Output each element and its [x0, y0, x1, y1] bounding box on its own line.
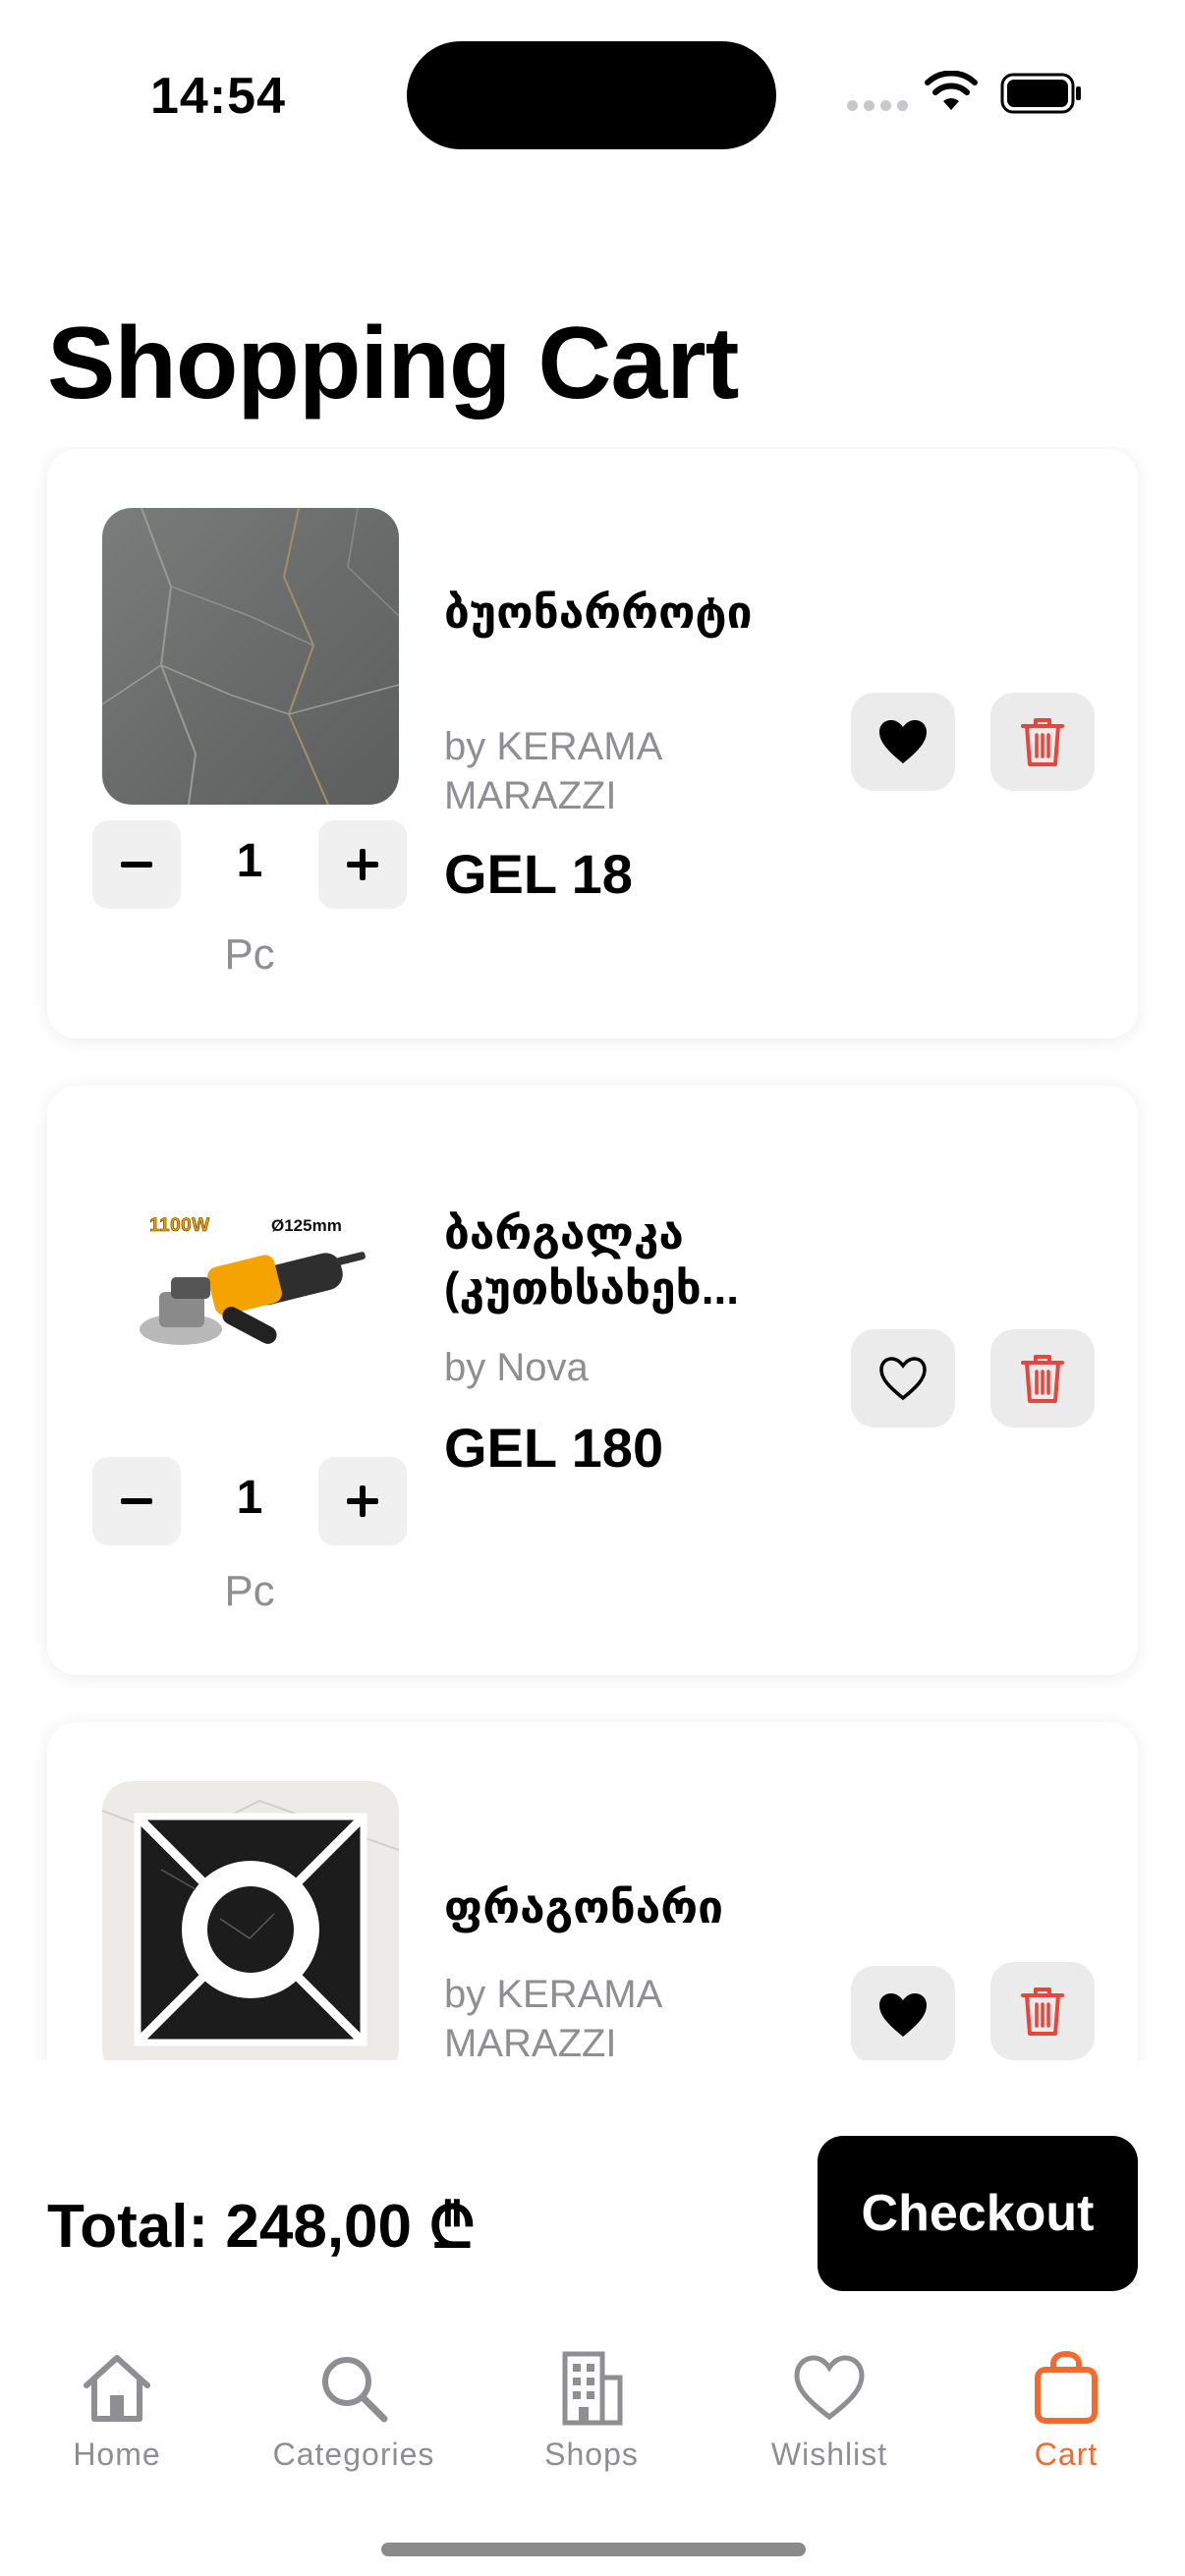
quantity-decrease-button[interactable] — [92, 1457, 181, 1545]
search-icon — [322, 2357, 388, 2423]
battery-icon — [1000, 73, 1081, 114]
tab-shops[interactable]: Shops — [493, 2348, 690, 2486]
cart-total: Total: 248,00 ₾ — [47, 2193, 477, 2261]
trash-icon — [1021, 718, 1064, 766]
tab-shops-label: Shops — [544, 2436, 639, 2472]
tab-wishlist[interactable]: Wishlist — [731, 2348, 928, 2486]
cellular-signal-icon — [847, 100, 908, 111]
wishlist-button[interactable] — [851, 1329, 955, 1428]
trash-icon — [1021, 1355, 1064, 1403]
product-name: ბარგალკა (კუთხსახეხ... — [444, 1207, 740, 1314]
quantity-value: 1 — [236, 1472, 263, 1524]
tab-categories[interactable]: Categories — [255, 2348, 452, 2486]
cart-item[interactable]: ფრაგონარი by KERAMA MARAZZI — [47, 1722, 1138, 2060]
status-bar: 14:54 — [0, 0, 1185, 187]
heart-filled-icon — [879, 720, 927, 763]
wishlist-button[interactable] — [851, 1966, 955, 2060]
product-brand: by KERAMA MARAZZI — [444, 1973, 661, 2060]
wifi-icon — [925, 71, 978, 110]
quantity-increase-button[interactable] — [318, 1457, 407, 1545]
product-image-diameter-label: Ø125mm — [271, 1216, 342, 1235]
heart-filled-icon — [879, 1993, 927, 2037]
delete-button[interactable] — [990, 693, 1095, 791]
product-image[interactable] — [102, 1781, 399, 2060]
product-image[interactable]: 1100W Ø125mm — [102, 1145, 399, 1441]
building-icon — [562, 2351, 623, 2426]
checkout-button[interactable]: Checkout — [818, 2136, 1138, 2291]
heart-outline-icon — [879, 1357, 927, 1401]
page-title: Shopping Cart — [47, 307, 739, 420]
cart-item[interactable]: 1100W Ø125mm 1 Pc ბარგალკა (კუთხსახეხ...… — [47, 1086, 1138, 1675]
delete-button[interactable] — [990, 1962, 1095, 2060]
dynamic-island — [407, 41, 776, 149]
tab-cart[interactable]: Cart — [968, 2348, 1164, 2486]
screen: 14:54 Shopping Cart 1 Pc ბუონარროტი by K… — [0, 0, 1185, 2576]
wishlist-button[interactable] — [851, 693, 955, 791]
quantity-unit: Pc — [224, 1567, 275, 1615]
cart-item[interactable]: 1 Pc ბუონარროტი by KERAMA MARAZZI GEL 18 — [47, 449, 1138, 1038]
product-name: ფრაგონარი — [444, 1881, 724, 1932]
status-time: 14:54 — [150, 68, 286, 125]
tab-bar: Home Categories Shops Wishlist Cart — [0, 2328, 1185, 2576]
product-brand: by KERAMA MARAZZI — [444, 725, 661, 817]
tab-home-label: Home — [73, 2436, 161, 2472]
angle-grinder-image — [140, 1252, 366, 1345]
product-image-power-label: 1100W — [149, 1215, 210, 1237]
quantity-value: 1 — [236, 835, 263, 887]
tab-wishlist-label: Wishlist — [770, 2436, 888, 2472]
tab-categories-label: Categories — [272, 2436, 435, 2472]
delete-button[interactable] — [990, 1329, 1095, 1428]
tab-cart-label: Cart — [1034, 2436, 1099, 2472]
product-name: ბუონარროტი — [444, 587, 753, 638]
product-image[interactable] — [102, 508, 399, 805]
home-icon — [84, 2355, 150, 2422]
quantity-decrease-button[interactable] — [92, 820, 181, 909]
quantity-increase-button[interactable] — [318, 820, 407, 909]
bag-icon — [1035, 2350, 1098, 2424]
product-brand: by Nova — [444, 1346, 589, 1389]
product-price: GEL 18 — [444, 843, 633, 905]
tab-home[interactable]: Home — [19, 2348, 215, 2486]
home-indicator — [381, 2543, 806, 2556]
quantity-unit: Pc — [224, 930, 275, 979]
product-price: GEL 180 — [444, 1417, 664, 1479]
trash-icon — [1021, 1988, 1064, 2036]
heart-icon — [794, 2355, 865, 2421]
cart-list[interactable]: 1 Pc ბუონარროტი by KERAMA MARAZZI GEL 18 — [0, 447, 1185, 2060]
